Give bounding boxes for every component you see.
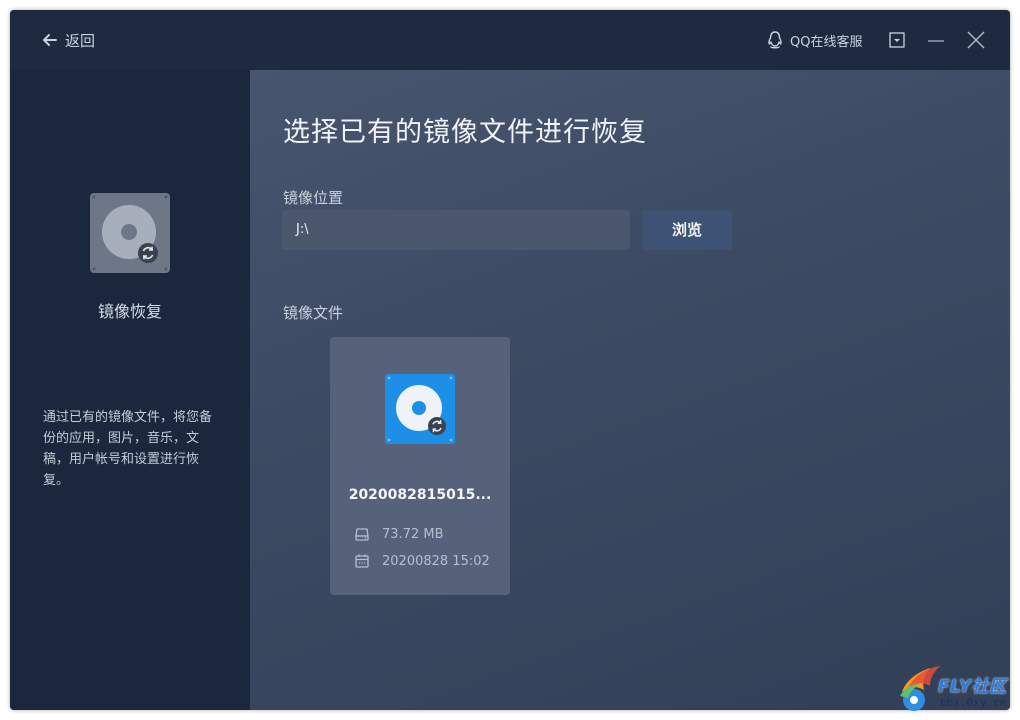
image-files-label: 镜像文件 — [283, 304, 344, 322]
dropdown-button[interactable] — [887, 30, 907, 50]
arrow-left-icon — [43, 34, 57, 46]
qq-support-label: QQ在线客服 — [790, 34, 863, 50]
app-window: 返回 QQ在线客服 镜像恢复 通过已有的镜像文件，将您备份的应用，图片，音乐，文… — [10, 10, 1010, 710]
main-panel: 选择已有的镜像文件进行恢复 镜像位置 J:\ 浏览 镜像文件 202008281… — [250, 70, 1010, 710]
calendar-icon — [355, 554, 369, 568]
qq-icon — [768, 31, 782, 49]
qq-support-link[interactable]: QQ在线客服 — [766, 29, 862, 51]
minimize-icon — [928, 40, 944, 42]
file-size: 73.72 MB — [382, 526, 444, 542]
image-location-input[interactable]: J:\ — [282, 210, 630, 250]
disk-restore-icon — [90, 193, 170, 273]
file-date-row: 20200828 15:02 — [354, 553, 490, 569]
minimize-button[interactable] — [926, 30, 946, 50]
file-date: 20200828 15:02 — [382, 553, 490, 569]
browse-button[interactable]: 浏览 — [642, 210, 732, 250]
back-label: 返回 — [65, 31, 96, 50]
sidebar-title: 镜像恢复 — [97, 302, 162, 321]
back-button[interactable]: 返回 — [41, 29, 95, 51]
file-size-row: 73.72 MB — [354, 526, 443, 542]
page-title: 选择已有的镜像文件进行恢复 — [283, 117, 647, 148]
close-icon — [967, 31, 985, 49]
image-file-name: 2020082815015... — [348, 487, 492, 503]
watermark-url: bbs.0xy.cn — [940, 696, 1007, 709]
watermark-title: FLY社区 — [938, 677, 1007, 697]
sidebar: 镜像恢复 通过已有的镜像文件，将您备份的应用，图片，音乐，文稿，用户帐号和设置进… — [10, 70, 250, 710]
title-bar: 返回 QQ在线客服 — [10, 10, 1010, 70]
sidebar-description: 通过已有的镜像文件，将您备份的应用，图片，音乐，文稿，用户帐号和设置进行恢复。 — [43, 410, 213, 488]
watermark: FLY社区 bbs.0xy.cn — [896, 662, 1014, 714]
close-button[interactable] — [966, 30, 986, 50]
drive-icon — [355, 528, 369, 541]
disk-restore-icon — [385, 374, 455, 444]
image-file-card[interactable]: 2020082815015... 73.72 MB 20200828 15:02 — [330, 337, 510, 595]
dropdown-icon — [889, 32, 905, 48]
image-location-label: 镜像位置 — [283, 189, 344, 207]
